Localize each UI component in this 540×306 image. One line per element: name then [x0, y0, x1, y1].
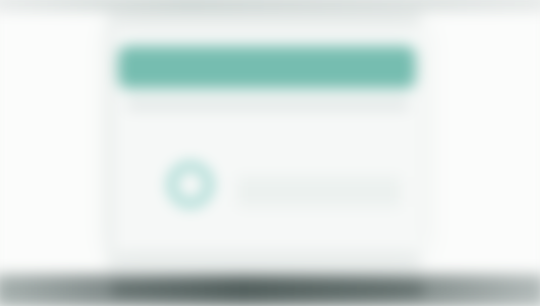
left-panel	[0, 11, 107, 279]
dialog-header-bar	[118, 45, 416, 89]
taskbar-highlight	[111, 282, 424, 297]
blurred-screen	[0, 0, 540, 306]
right-panel	[420, 11, 540, 279]
dialog-divider	[127, 101, 409, 110]
spinner-icon	[168, 162, 213, 208]
top-window-strip	[0, 0, 540, 12]
dialog-content-area	[237, 176, 401, 208]
